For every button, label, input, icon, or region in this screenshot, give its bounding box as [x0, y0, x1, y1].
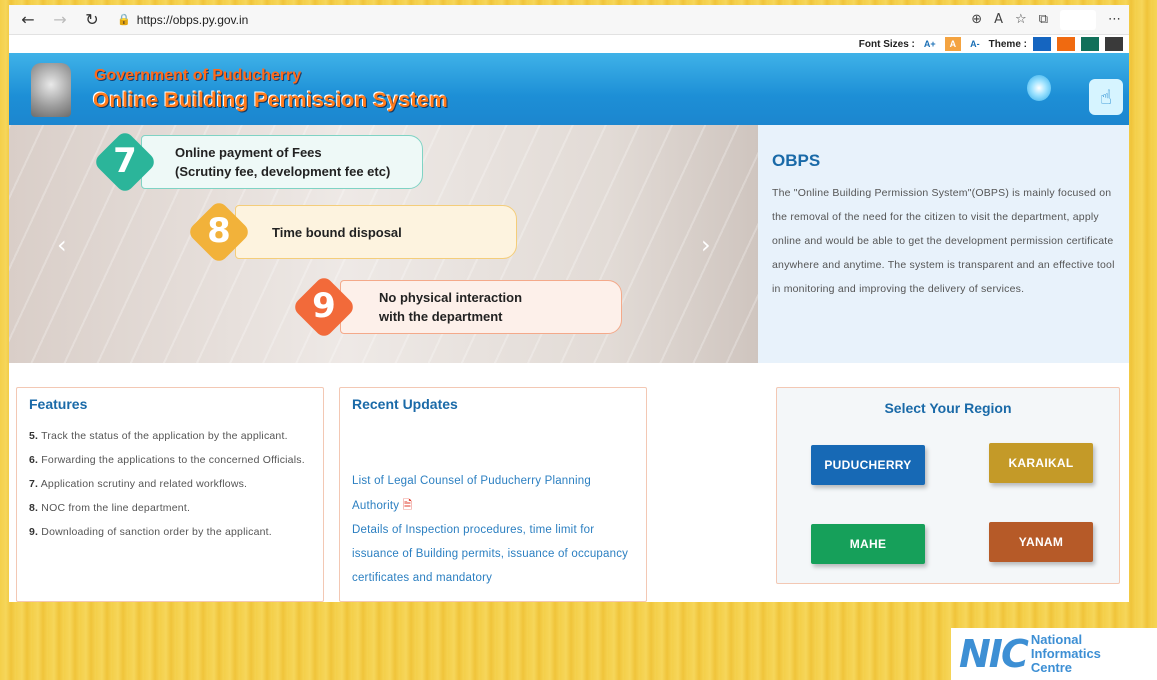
- font-decrease-button[interactable]: A-: [967, 39, 983, 49]
- obps-description: The "Online Building Permission System"(…: [772, 187, 1115, 295]
- step-7-number: 7: [113, 141, 137, 181]
- slider-next-icon[interactable]: ›: [701, 231, 711, 259]
- step-8-number: 8: [207, 211, 231, 251]
- region-mahe-button[interactable]: MAHE: [811, 524, 925, 564]
- profile-area[interactable]: [1060, 9, 1096, 30]
- refresh-icon[interactable]: ↻: [81, 10, 103, 29]
- nic-line2: Informatics: [1030, 646, 1101, 661]
- font-increase-button[interactable]: A+: [921, 39, 939, 49]
- step-9-number: 9: [312, 286, 336, 326]
- government-title: Government of Puducherry: [94, 67, 302, 84]
- step-9-line2: with the department: [379, 309, 503, 324]
- more-icon[interactable]: ⋯: [1108, 12, 1121, 27]
- feature-item: 5. Track the status of the application b…: [29, 430, 288, 442]
- site-header: Government of Puducherry Online Building…: [9, 53, 1129, 125]
- step-9-line1: No physical interaction: [379, 290, 523, 305]
- font-sizes-label: Font Sizes :: [858, 38, 915, 50]
- font-normal-button[interactable]: A: [944, 37, 962, 51]
- feature-item: 9. Downloading of sanction order by the …: [29, 526, 272, 538]
- region-karaikal-button[interactable]: KARAIKAL: [989, 443, 1093, 483]
- slide-step-7: 7 Online payment of Fees (Scrutiny fee, …: [92, 129, 423, 195]
- step-8-line1: Time bound disposal: [272, 224, 402, 240]
- recent-updates-title: Recent Updates: [352, 396, 458, 412]
- feature-item: 7. Application scrutiny and related work…: [29, 478, 248, 490]
- obps-info-panel: OBPS The "Online Building Permission Sys…: [758, 125, 1129, 363]
- read-aloud-icon[interactable]: A: [994, 12, 1003, 27]
- features-panel: Features 5. Track the status of the appl…: [16, 387, 324, 602]
- slide-step-9: 9 No physical interaction with the depar…: [291, 274, 622, 340]
- feature-item: 8. NOC from the line department.: [29, 502, 191, 514]
- lock-icon[interactable]: 🔒: [117, 13, 131, 26]
- pdf-icon[interactable]: 🗎: [403, 498, 413, 512]
- nic-line3: Centre: [1030, 660, 1073, 675]
- region-yanam-button[interactable]: YANAM: [989, 522, 1093, 562]
- slider-prev-icon[interactable]: ‹: [57, 231, 67, 259]
- system-title[interactable]: Online Building Permission System: [93, 89, 448, 113]
- back-icon[interactable]: ←: [17, 10, 39, 29]
- nic-mark: NIC: [959, 632, 1029, 676]
- recent-updates-panel: Recent Updates List of Legal Counsel of …: [339, 387, 647, 602]
- favorites-icon[interactable]: ☆: [1015, 12, 1027, 27]
- collections-icon[interactable]: ⧉: [1039, 12, 1048, 27]
- step-7-line1: Online payment of Fees: [175, 145, 322, 160]
- theme-green-button[interactable]: [1081, 37, 1099, 51]
- pointer-click-icon: ☝: [1089, 79, 1123, 115]
- slide-step-8: 8 Time bound disposal: [186, 199, 517, 265]
- feature-item: 6. Forwarding the applications to the co…: [29, 454, 305, 466]
- address-bar[interactable]: 🔒 https://obps.py.gov.in: [113, 9, 961, 31]
- update-link[interactable]: List of Legal Counsel of Puducherry Plan…: [352, 469, 634, 518]
- browser-window: ← → ↻ 🔒 https://obps.py.gov.in ⊕ A ☆ ⧉ ⋯…: [9, 5, 1129, 602]
- step-7-line2: (Scrutiny fee, development fee etc): [175, 164, 391, 179]
- obps-title: OBPS: [772, 151, 821, 170]
- browser-toolbar: ← → ↻ 🔒 https://obps.py.gov.in ⊕ A ☆ ⧉ ⋯: [9, 5, 1129, 35]
- region-panel: Select Your Region PUDUCHERRY KARAIKAL M…: [776, 387, 1120, 584]
- theme-blue-button[interactable]: [1033, 37, 1051, 51]
- accessibility-bar: Font Sizes : A+ A A- Theme :: [9, 35, 1129, 53]
- theme-orange-button[interactable]: [1057, 37, 1075, 51]
- region-puducherry-button[interactable]: PUDUCHERRY: [811, 445, 925, 485]
- content-area: Features 5. Track the status of the appl…: [9, 363, 1129, 602]
- region-title: Select Your Region: [884, 400, 1012, 416]
- government-emblem-icon: [31, 63, 71, 117]
- image-slider: ‹ › 7 Online payment of Fees (Scrutiny f…: [9, 125, 758, 363]
- theme-dark-button[interactable]: [1105, 37, 1123, 51]
- zoom-icon[interactable]: ⊕: [971, 12, 982, 27]
- theme-label: Theme :: [988, 38, 1027, 50]
- hero-section: ‹ › 7 Online payment of Fees (Scrutiny f…: [9, 125, 1129, 363]
- nic-line1: National: [1030, 632, 1083, 647]
- water-drop-icon: [1027, 75, 1051, 101]
- update-link[interactable]: Details of Inspection procedures, time l…: [352, 518, 634, 590]
- forward-icon[interactable]: →: [49, 10, 71, 29]
- features-title: Features: [29, 396, 88, 412]
- url-text[interactable]: https://obps.py.gov.in: [137, 13, 249, 27]
- nic-logo: NIC National Informatics Centre: [951, 628, 1157, 680]
